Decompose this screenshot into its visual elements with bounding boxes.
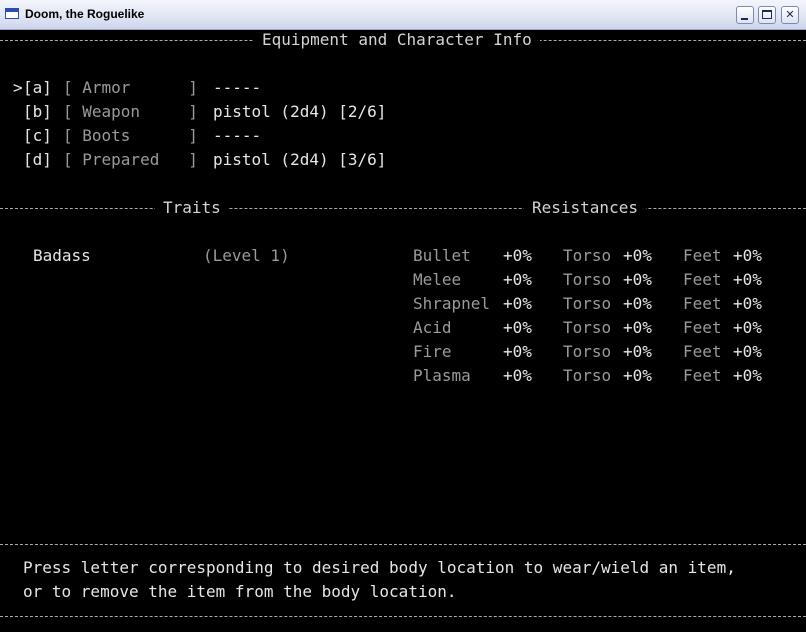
resistance-base: +0% <box>503 318 532 337</box>
resistance-type: Fire <box>413 342 452 361</box>
torso-label: Torso <box>563 246 612 265</box>
feet-value: +0% <box>733 246 762 265</box>
slot-item: pistol (2d4) [3/6] <box>213 150 387 169</box>
slot-label: [ Prepared ] <box>63 150 198 169</box>
torso-label: Torso <box>563 318 612 337</box>
feet-value: +0% <box>733 270 762 289</box>
trait-name: Badass <box>33 246 91 265</box>
resistance-type: Plasma <box>413 366 471 385</box>
minimize-icon <box>741 18 748 20</box>
resistance-base: +0% <box>503 270 532 289</box>
help-line-1: Press letter corresponding to desired bo… <box>23 558 736 577</box>
feet-label: Feet <box>683 366 722 385</box>
torso-label: Torso <box>563 270 612 289</box>
resistance-base: +0% <box>503 246 532 265</box>
minimize-button[interactable] <box>736 6 754 24</box>
slot-item: ----- <box>213 78 262 97</box>
torso-label: Torso <box>563 366 612 385</box>
resistance-base: +0% <box>503 342 532 361</box>
slot-key: [a] <box>23 78 52 97</box>
divider <box>0 544 806 545</box>
resistance-type: Bullet <box>413 246 471 265</box>
torso-value: +0% <box>623 246 652 265</box>
resistance-type: Melee <box>413 270 462 289</box>
torso-label: Torso <box>563 342 612 361</box>
app-window-icon <box>5 8 19 19</box>
window-titlebar[interactable]: Doom, the Roguelike ✕ <box>0 0 806 30</box>
torso-label: Torso <box>563 294 612 313</box>
equipment-heading: Equipment and Character Info <box>254 31 540 49</box>
slot-item: pistol (2d4) [2/6] <box>213 102 387 121</box>
selection-cursor: > <box>13 78 23 97</box>
resistance-type: Shrapnel <box>413 294 491 313</box>
slot-item: ----- <box>213 126 262 145</box>
feet-label: Feet <box>683 318 722 337</box>
divider <box>0 208 806 209</box>
help-line-2: or to remove the item from the body loca… <box>23 582 457 601</box>
divider <box>0 616 806 617</box>
maximize-icon <box>762 10 772 19</box>
resistance-type: Acid <box>413 318 452 337</box>
close-button[interactable]: ✕ <box>781 6 799 24</box>
feet-value: +0% <box>733 294 762 313</box>
feet-label: Feet <box>683 342 722 361</box>
trait-level: (Level 1) <box>203 246 290 265</box>
feet-value: +0% <box>733 366 762 385</box>
game-console: Equipment and Character Info > [a] [ Arm… <box>0 30 806 632</box>
resistance-base: +0% <box>503 294 532 313</box>
feet-value: +0% <box>733 318 762 337</box>
traits-heading: Traits <box>155 199 229 217</box>
feet-value: +0% <box>733 342 762 361</box>
torso-value: +0% <box>623 366 652 385</box>
torso-value: +0% <box>623 342 652 361</box>
slot-label: [ Armor ] <box>63 78 198 97</box>
feet-label: Feet <box>683 270 722 289</box>
slot-key: [c] <box>23 126 52 145</box>
window-title: Doom, the Roguelike <box>25 7 145 21</box>
torso-value: +0% <box>623 270 652 289</box>
maximize-button[interactable] <box>758 6 776 24</box>
feet-label: Feet <box>683 294 722 313</box>
slot-label: [ Weapon ] <box>63 102 198 121</box>
close-icon: ✕ <box>785 8 795 21</box>
slot-key: [d] <box>23 150 52 169</box>
feet-label: Feet <box>683 246 722 265</box>
slot-label: [ Boots ] <box>63 126 198 145</box>
resistances-heading: Resistances <box>524 199 646 217</box>
torso-value: +0% <box>623 294 652 313</box>
slot-key: [b] <box>23 102 52 121</box>
resistance-base: +0% <box>503 366 532 385</box>
torso-value: +0% <box>623 318 652 337</box>
